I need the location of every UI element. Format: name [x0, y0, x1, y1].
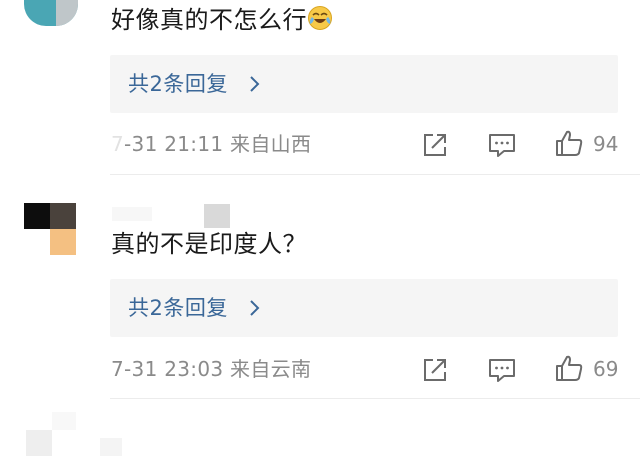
reply-link[interactable]: 共2条回复: [128, 291, 228, 325]
reply-link[interactable]: 共2条回复: [128, 67, 228, 101]
like-count: 69: [593, 357, 619, 381]
laugh-cry-emoji-icon: [307, 5, 333, 31]
divider: [110, 398, 640, 399]
blurred-badge: [204, 204, 230, 228]
comment-meta: 7-31 23:03 来自云南: [111, 357, 312, 381]
comment-icon[interactable]: [487, 130, 517, 160]
comment-text: 好像真的不怎么行: [111, 4, 333, 36]
avatar[interactable]: [24, 0, 78, 26]
share-icon[interactable]: [420, 130, 450, 160]
chevron-right-icon: [246, 75, 264, 93]
avatar[interactable]: [24, 203, 78, 257]
blurred-region: [52, 412, 76, 430]
avatar[interactable]: [26, 430, 52, 456]
reply-box[interactable]: 共2条回复: [110, 279, 618, 337]
blurred-username: [100, 438, 122, 456]
share-icon[interactable]: [420, 355, 450, 385]
comment-icon[interactable]: [487, 355, 517, 385]
thumbs-up-icon[interactable]: [554, 353, 584, 383]
comment-meta: 7-31 21:11 来自山西: [111, 132, 312, 156]
comment-text: 真的不是印度人？: [111, 230, 307, 258]
reply-box[interactable]: 共2条回复: [110, 55, 618, 113]
blurred-region: [108, 132, 122, 156]
blurred-username: [112, 207, 152, 221]
thumbs-up-icon[interactable]: [554, 128, 584, 158]
like-count: 94: [593, 132, 619, 156]
chevron-right-icon: [246, 299, 264, 317]
divider: [110, 174, 640, 175]
